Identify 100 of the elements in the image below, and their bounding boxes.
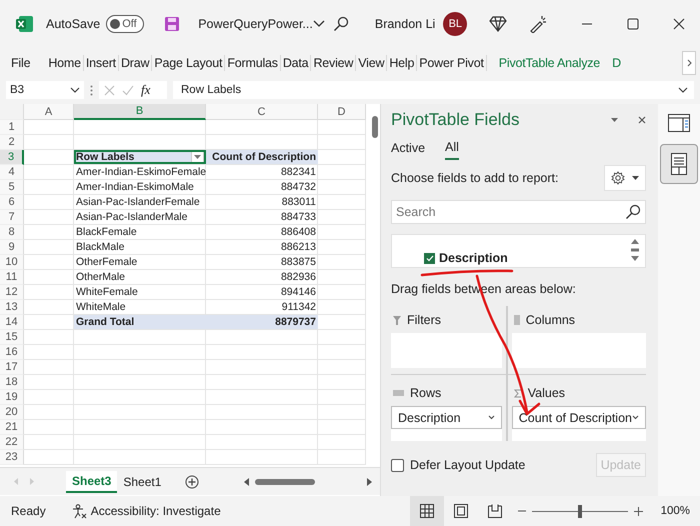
close-icon[interactable] xyxy=(638,116,646,124)
ribbon-tab[interactable]: Power Pivot xyxy=(418,56,485,70)
sheet-tab[interactable]: Sheet3 xyxy=(66,470,118,492)
column-header[interactable]: A xyxy=(24,104,74,120)
area-field-dropdown[interactable]: Count of Description xyxy=(512,406,646,429)
defer-checkbox[interactable] xyxy=(391,458,404,472)
table-cell-text: 883011 xyxy=(280,195,317,209)
row-header[interactable]: 18 xyxy=(0,375,24,390)
file-name[interactable]: PowerQueryPower... xyxy=(198,17,313,31)
save-icon[interactable] xyxy=(164,16,180,32)
row-header[interactable]: 8 xyxy=(0,225,24,240)
diamond-icon[interactable] xyxy=(489,16,508,32)
chevron-down-icon xyxy=(70,87,80,93)
row-header[interactable]: 17 xyxy=(0,360,24,375)
field-checkbox[interactable] xyxy=(424,252,435,264)
name-box[interactable]: B3 xyxy=(6,81,84,99)
ribbon-tab[interactable]: File xyxy=(10,56,32,70)
ribbon-tab[interactable]: Help xyxy=(388,56,416,70)
row-header[interactable]: 15 xyxy=(0,330,24,345)
row-header[interactable]: 5 xyxy=(0,180,24,195)
zoom-level[interactable]: 100% xyxy=(660,505,690,517)
ribbon-tab[interactable]: Home xyxy=(47,56,82,70)
row-header[interactable]: 7 xyxy=(0,210,24,225)
panel-tab[interactable]: Active xyxy=(391,137,426,159)
choose-fields-label: Choose fields to add to report: xyxy=(391,171,558,185)
normal-view-button[interactable] xyxy=(410,496,444,526)
formula-input[interactable]: Row Labels xyxy=(173,81,694,99)
row-header[interactable]: 13 xyxy=(0,300,24,315)
maximize-icon[interactable] xyxy=(627,18,640,30)
table-cell-text: BlackMale xyxy=(75,240,126,254)
sheet-tab[interactable]: Sheet1 xyxy=(117,472,168,492)
user-avatar[interactable]: BL xyxy=(443,12,468,36)
ribbon-tab[interactable]: Page Layout xyxy=(153,56,224,70)
close-icon[interactable] xyxy=(673,18,686,30)
dropdown-icon[interactable] xyxy=(611,118,618,122)
horizontal-scrollbar[interactable] xyxy=(244,478,372,486)
field-name[interactable]: Description xyxy=(439,251,508,265)
scroll-thumb[interactable] xyxy=(255,478,315,484)
excel-logo-icon xyxy=(16,15,34,33)
settings-button[interactable] xyxy=(604,165,646,191)
autosave-toggle[interactable]: Off xyxy=(106,15,144,33)
row-header[interactable]: 21 xyxy=(0,420,24,435)
row-header[interactable]: 14 xyxy=(0,315,24,330)
scroll-left-icon[interactable] xyxy=(244,478,249,486)
ribbon-tab[interactable]: PivotTable Analyze xyxy=(498,56,602,70)
column-header[interactable]: C xyxy=(206,104,318,120)
column-header[interactable]: B xyxy=(74,104,206,120)
rows-icon xyxy=(393,390,404,396)
row-header[interactable]: 6 xyxy=(0,195,24,210)
area-label: Values xyxy=(528,386,566,400)
column-header[interactable]: D xyxy=(318,104,366,120)
check-icon[interactable] xyxy=(122,84,134,96)
ribbon-tab[interactable]: View xyxy=(357,56,386,70)
filter-dropdown-button[interactable] xyxy=(191,150,204,164)
row-header[interactable]: 3 xyxy=(0,150,24,165)
panel-tab[interactable]: All xyxy=(445,136,459,160)
ribbon-tab[interactable]: Draw xyxy=(120,56,150,70)
row-header[interactable]: 20 xyxy=(0,405,24,420)
row-header[interactable]: 4 xyxy=(0,165,24,180)
ribbon-tab[interactable]: D xyxy=(611,56,622,70)
ribbon-tab[interactable]: Review xyxy=(312,56,354,70)
sigma-icon xyxy=(514,388,522,398)
scroll-thumb[interactable] xyxy=(372,116,378,138)
zoom-in-icon[interactable] xyxy=(634,506,643,516)
row-header[interactable]: 2 xyxy=(0,135,24,150)
drop-zone[interactable]: Count of Description xyxy=(512,406,646,441)
accessibility-status[interactable]: Accessibility: Investigate xyxy=(90,504,221,518)
layout-icon[interactable] xyxy=(668,114,690,132)
zoom-slider-thumb[interactable] xyxy=(578,504,582,518)
insert-function-button[interactable]: fx xyxy=(141,82,150,98)
scroll-arrows-icon[interactable] xyxy=(631,238,639,262)
row-header[interactable]: 22 xyxy=(0,435,24,450)
row-header[interactable]: 9 xyxy=(0,240,24,255)
ribbon-tab[interactable]: Insert xyxy=(84,56,117,70)
table-cell-text: WhiteMale xyxy=(75,300,127,314)
search-icon[interactable] xyxy=(332,16,349,32)
chevron-down-icon[interactable] xyxy=(312,20,325,28)
row-header[interactable]: 11 xyxy=(0,270,24,285)
field-list-button[interactable] xyxy=(660,144,698,184)
scroll-right-icon[interactable] xyxy=(367,478,372,486)
search-icon[interactable] xyxy=(625,204,641,220)
row-header[interactable]: 19 xyxy=(0,390,24,405)
row-header[interactable]: 12 xyxy=(0,285,24,300)
filter-icon xyxy=(393,316,401,324)
ribbon-scroll-button[interactable] xyxy=(682,51,696,75)
ribbon-tab[interactable]: Formulas xyxy=(226,56,279,70)
accessibility-icon[interactable] xyxy=(72,504,87,518)
row-header[interactable]: 1 xyxy=(0,120,24,135)
search-field[interactable]: Search xyxy=(391,200,646,224)
table-cell-text: 894146 xyxy=(280,285,317,299)
ribbon-tab[interactable]: Data xyxy=(282,56,310,70)
drop-zone[interactable]: Description xyxy=(391,406,502,441)
panel-title: PivotTable Fields xyxy=(391,110,520,130)
wand-icon[interactable] xyxy=(529,15,548,33)
add-sheet-icon[interactable] xyxy=(185,474,200,488)
row-header[interactable]: 10 xyxy=(0,255,24,270)
row-header[interactable]: 16 xyxy=(0,345,24,360)
row-header[interactable]: 23 xyxy=(0,450,24,465)
chevron-down-icon[interactable] xyxy=(678,87,688,93)
area-field-dropdown[interactable]: Description xyxy=(391,406,502,429)
